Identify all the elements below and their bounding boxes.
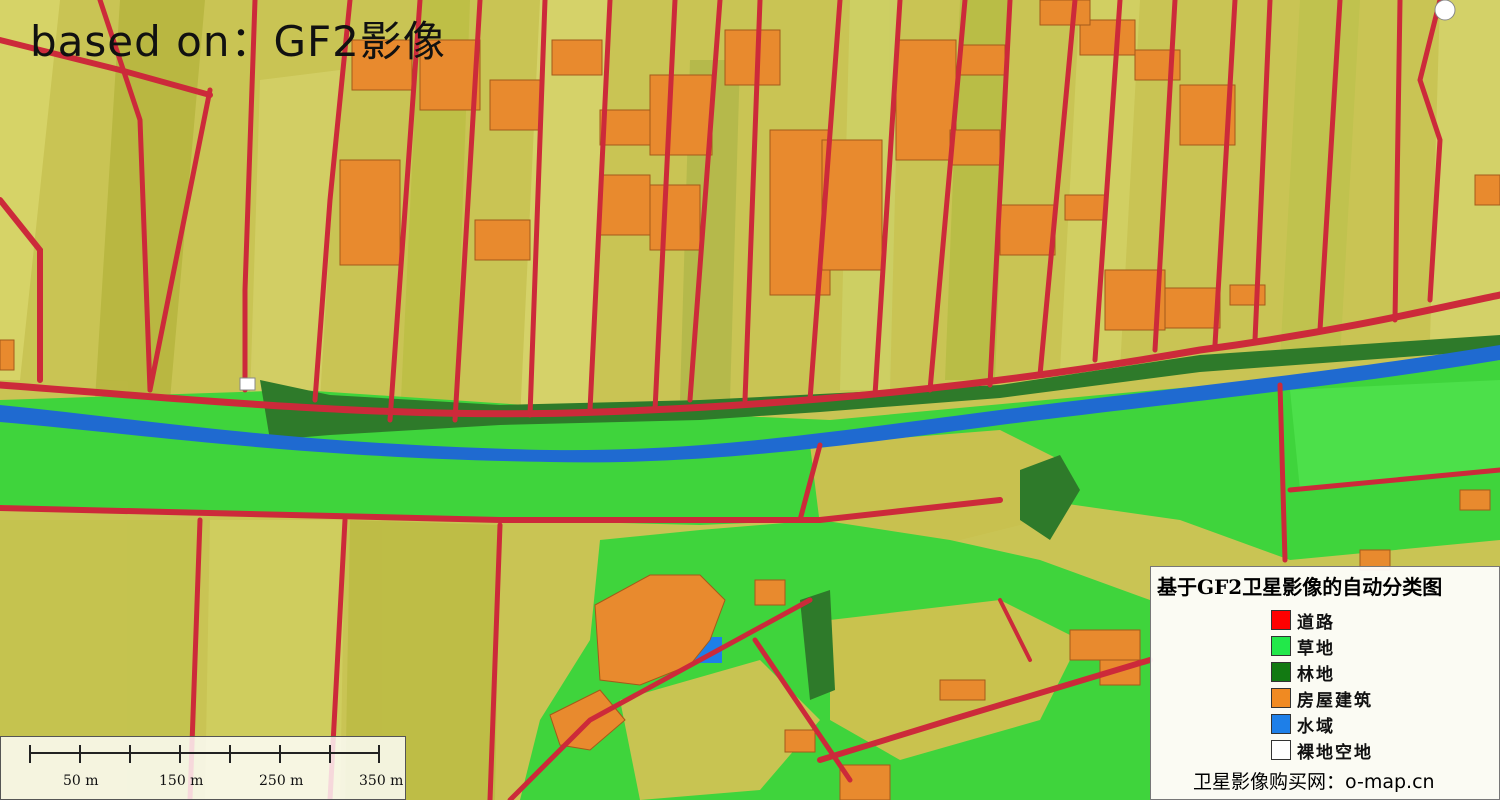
legend-item-bare: 裸地空地 (1271, 737, 1373, 763)
legend-item-road: 道路 (1271, 607, 1373, 633)
scale-label-50m: 50 m (63, 773, 99, 789)
legend-items: 道路 草地 林地 房屋建筑 水域 裸地空地 (1271, 607, 1373, 763)
scale-tick (179, 745, 181, 763)
legend-swatch-bare (1271, 740, 1291, 760)
scale-bar: 50 m 150 m 250 m 350 m (0, 736, 406, 800)
scale-tick (129, 745, 131, 763)
legend-label-road: 道路 (1297, 612, 1335, 633)
scale-label-250m: 250 m (259, 773, 304, 789)
legend-swatch-grass (1271, 636, 1291, 656)
legend-item-forest: 林地 (1271, 659, 1373, 685)
scale-tick (378, 745, 380, 763)
legend: 基于GF2卫星影像的自动分类图 道路 草地 林地 房屋建筑 水域 裸地空地 卫星… (1150, 566, 1500, 800)
legend-label-grass: 草地 (1297, 638, 1335, 659)
legend-swatch-road (1271, 610, 1291, 630)
scale-tick (279, 745, 281, 763)
scale-line (29, 752, 379, 754)
legend-label-water: 水域 (1297, 716, 1335, 737)
scale-tick (29, 745, 31, 763)
scale-tick (229, 745, 231, 763)
legend-footer-link[interactable]: 卫星影像购买网：o-map.cn (1193, 767, 1435, 794)
scale-label-150m: 150 m (159, 773, 204, 789)
scale-tick (329, 745, 331, 763)
legend-item-building: 房屋建筑 (1271, 685, 1373, 711)
legend-label-building: 房屋建筑 (1297, 690, 1373, 711)
scale-tick (79, 745, 81, 763)
legend-label-forest: 林地 (1297, 664, 1335, 685)
legend-swatch-water (1271, 714, 1291, 734)
scale-label-350m: 350 m (359, 773, 404, 789)
legend-title: 基于GF2卫星影像的自动分类图 (1157, 575, 1443, 599)
legend-item-grass: 草地 (1271, 633, 1373, 659)
legend-swatch-forest (1271, 662, 1291, 682)
image-source-title: based on：GF2影像 (30, 17, 446, 66)
legend-label-bare: 裸地空地 (1297, 742, 1373, 763)
legend-swatch-building (1271, 688, 1291, 708)
legend-item-water: 水域 (1271, 711, 1373, 737)
